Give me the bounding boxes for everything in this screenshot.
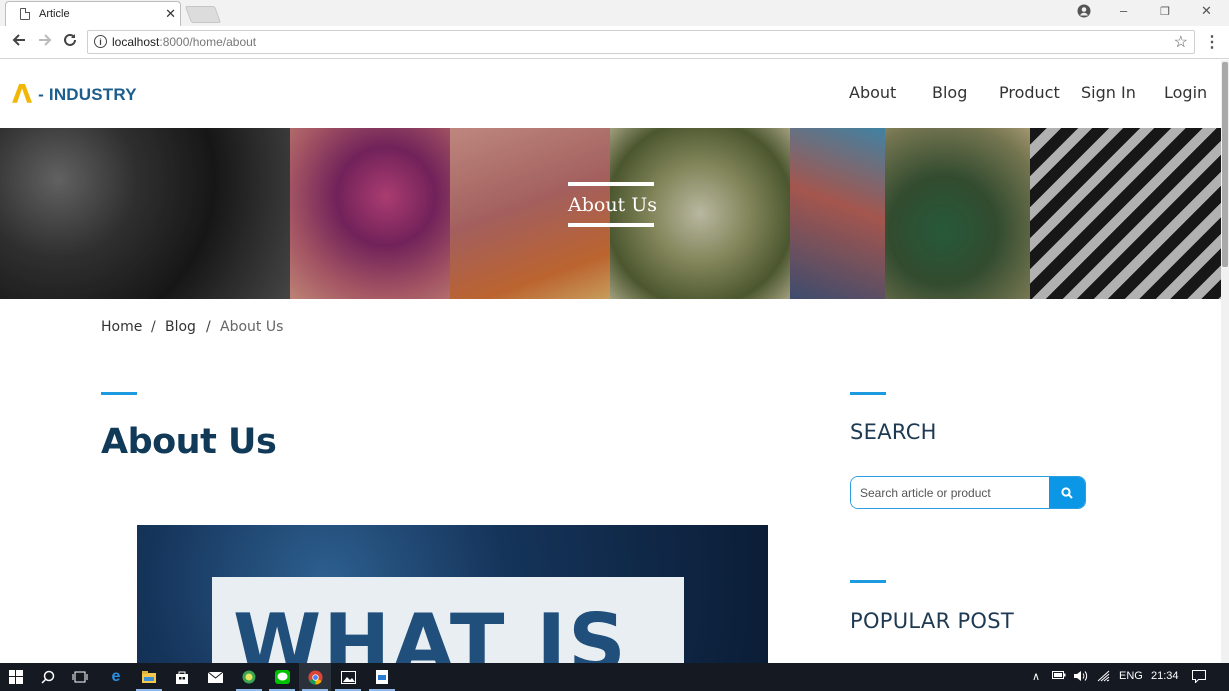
hero-banner: About Us — [0, 128, 1221, 299]
breadcrumb-blog[interactable]: Blog — [165, 319, 196, 335]
photos-icon[interactable] — [332, 663, 364, 691]
hero-bottom-rule — [568, 223, 654, 227]
chrome-icon[interactable] — [299, 663, 331, 691]
page-scrollbar[interactable] — [1221, 60, 1229, 663]
browser-toolbar: i localhost:8000/home/about ☆ — [0, 26, 1229, 59]
close-window-button[interactable]: ✕ — [1201, 3, 1212, 19]
language-indicator[interactable]: ENG — [1119, 670, 1143, 682]
logo-mark-icon: Λ — [12, 80, 33, 110]
url-path: :8000/home/about — [159, 35, 257, 49]
show-hidden-icons[interactable]: ∧ — [1032, 670, 1040, 683]
document-icon — [20, 8, 30, 20]
search-heading: SEARCH — [850, 420, 937, 444]
scrollbar-thumb[interactable] — [1222, 62, 1228, 267]
profile-icon[interactable] — [1077, 4, 1091, 21]
nav-about[interactable]: About — [849, 83, 896, 102]
title-accent-line — [101, 392, 137, 395]
search-accent-line — [850, 392, 886, 395]
breadcrumb-separator: / — [151, 319, 156, 335]
task-view-icon[interactable] — [64, 663, 96, 691]
popular-post-heading: POPULAR POST — [850, 609, 1014, 633]
reload-icon[interactable] — [62, 32, 78, 53]
site-header: Λ - INDUSTRY About Blog Product Sign In … — [0, 60, 1221, 128]
info-icon[interactable]: i — [94, 35, 107, 48]
tab-title: Article — [39, 8, 70, 20]
document-app-icon[interactable] — [366, 663, 398, 691]
battery-icon[interactable] — [1052, 670, 1066, 683]
clock[interactable]: 21:34 — [1151, 670, 1179, 682]
wifi-icon[interactable] — [1097, 670, 1111, 685]
address-bar[interactable]: i localhost:8000/home/about ☆ — [87, 30, 1195, 54]
start-button[interactable] — [0, 663, 32, 691]
url-host: localhost — [112, 35, 160, 49]
tab-close-icon[interactable]: ✕ — [165, 6, 176, 22]
site-logo[interactable]: Λ - INDUSTRY — [12, 82, 137, 108]
restore-button[interactable]: ❐ — [1160, 5, 1170, 18]
nav-blog[interactable]: Blog — [932, 83, 967, 102]
windows-taskbar: e ∧ ENG 21:34 — [0, 663, 1229, 691]
windows-icon — [9, 670, 23, 684]
logo-text: - INDUSTRY — [38, 85, 137, 104]
search-input[interactable] — [851, 477, 1050, 508]
article-image-text: WHAT IS — [233, 597, 628, 663]
browser-tab-strip: Article ✕ – ❐ ✕ — [0, 0, 1229, 26]
back-icon[interactable] — [11, 32, 27, 53]
bookmark-star-icon[interactable]: ☆ — [1174, 32, 1188, 52]
nav-login[interactable]: Login — [1164, 83, 1207, 102]
edge-icon[interactable]: e — [100, 663, 132, 691]
action-center-icon[interactable] — [1192, 670, 1206, 686]
browser-tab[interactable]: Article ✕ — [5, 1, 181, 26]
file-explorer-icon[interactable] — [133, 663, 165, 691]
article-image: WHAT IS — [137, 525, 768, 663]
minimize-button[interactable]: – — [1120, 3, 1127, 18]
hero-title-block: About Us — [568, 182, 657, 227]
app-green-circle-icon[interactable] — [233, 663, 265, 691]
hero-title: About Us — [568, 194, 657, 216]
popular-accent-line — [850, 580, 886, 583]
search-box — [850, 476, 1086, 509]
line-chat-icon[interactable] — [266, 663, 298, 691]
page-title: About Us — [101, 422, 277, 462]
browser-menu-icon[interactable]: ⋮ — [1204, 32, 1220, 52]
nav-sign-in[interactable]: Sign In — [1081, 83, 1136, 102]
store-icon[interactable] — [166, 663, 198, 691]
mail-icon[interactable] — [199, 663, 231, 691]
search-icon — [1061, 486, 1073, 499]
search-button[interactable] — [1049, 477, 1085, 508]
breadcrumb-current: About Us — [220, 319, 284, 335]
web-page: Λ - INDUSTRY About Blog Product Sign In … — [0, 60, 1221, 663]
breadcrumb-separator: / — [206, 319, 211, 335]
forward-icon[interactable] — [37, 32, 53, 53]
new-tab-button[interactable] — [184, 6, 222, 23]
search-taskbar-icon[interactable] — [32, 663, 64, 691]
volume-icon[interactable] — [1073, 670, 1089, 685]
nav-product[interactable]: Product — [999, 83, 1060, 102]
breadcrumb-home[interactable]: Home — [101, 319, 142, 335]
